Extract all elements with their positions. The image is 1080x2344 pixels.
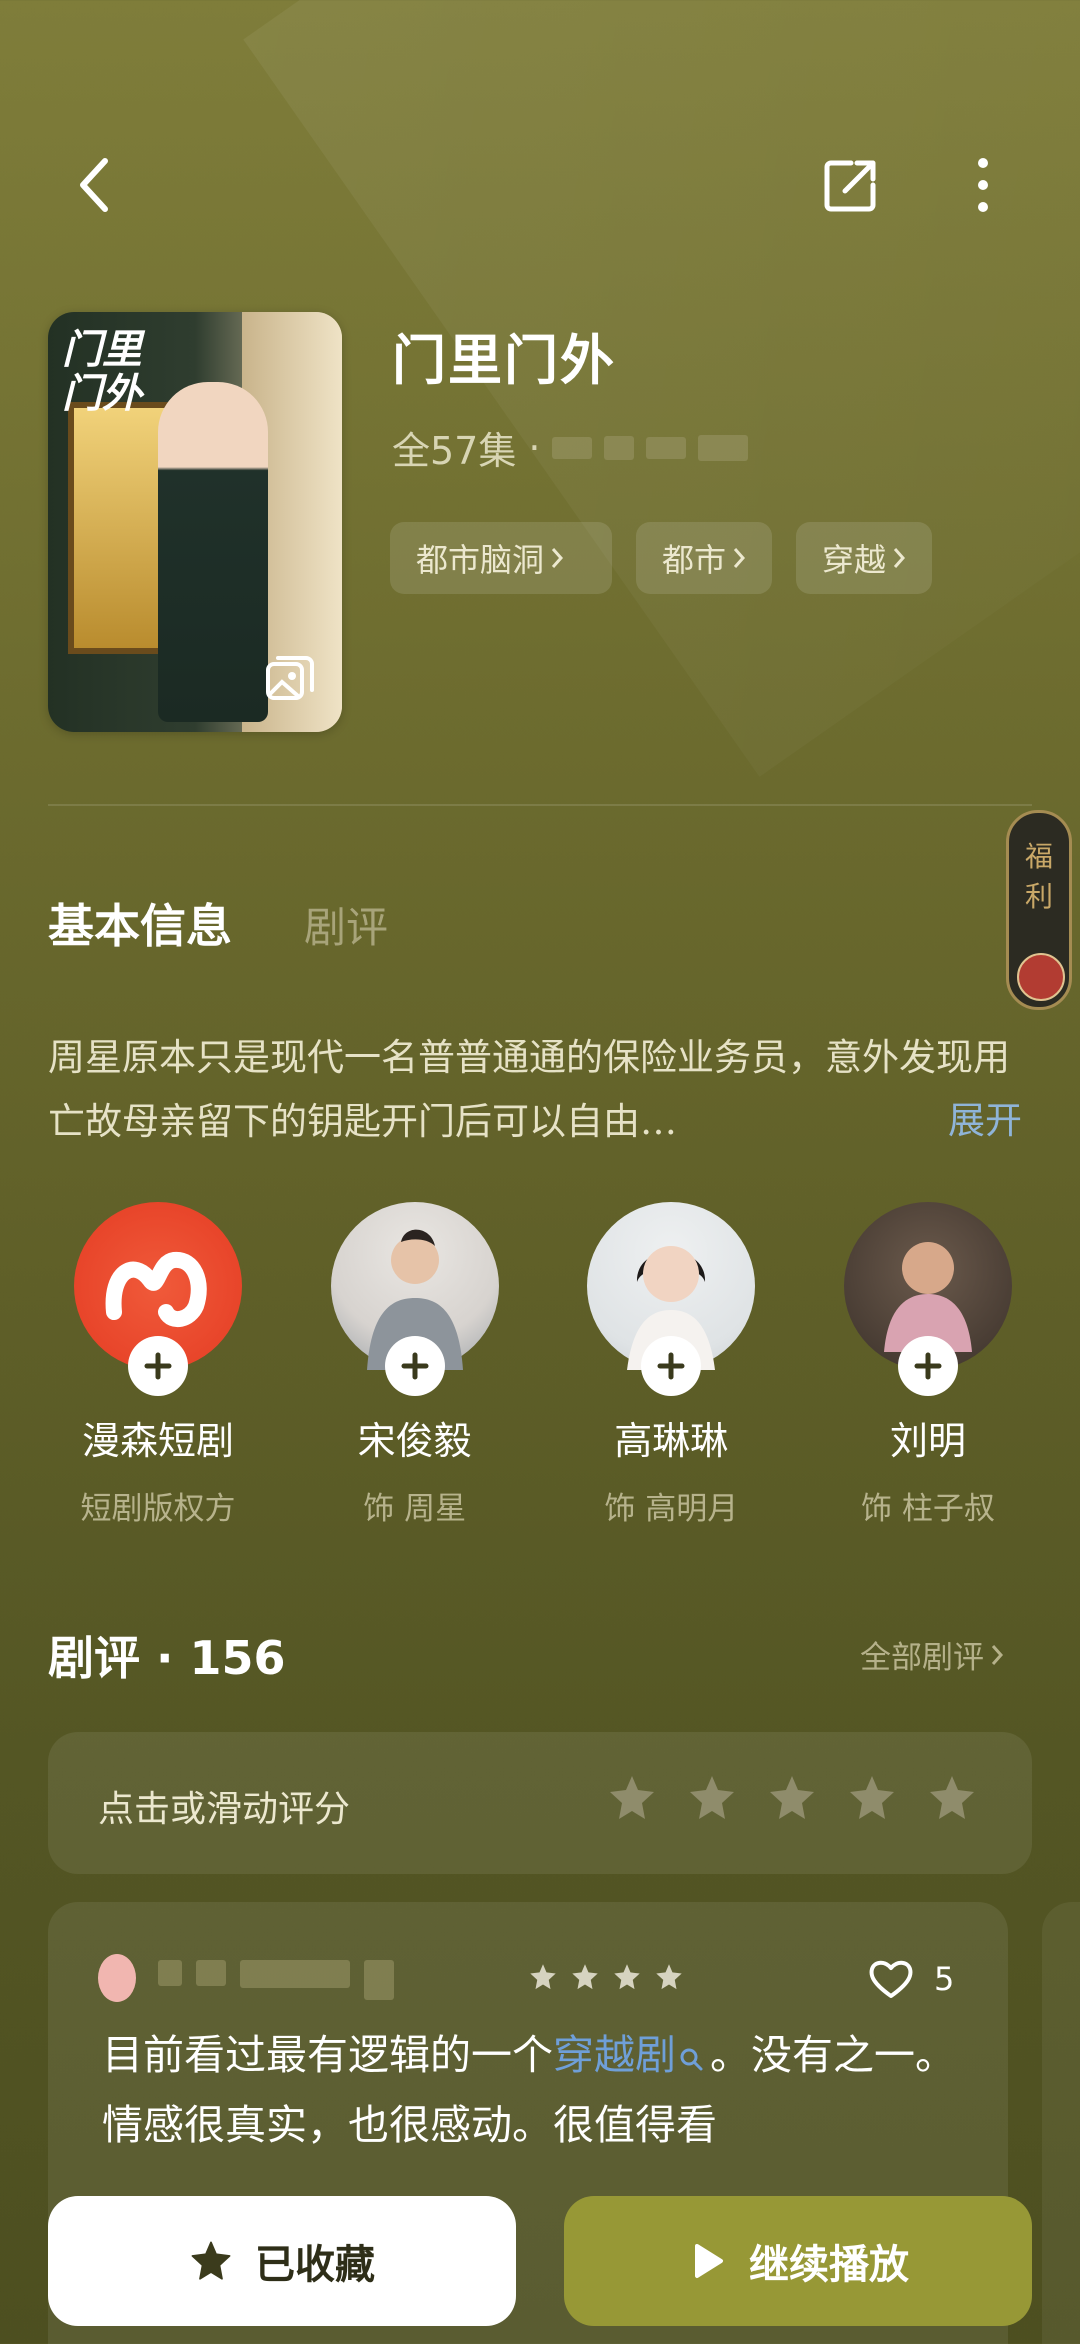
search-icon[interactable] bbox=[678, 2046, 704, 2072]
like-count: 5 bbox=[934, 1960, 955, 1998]
cast-role: 饰 高明月 bbox=[604, 1491, 739, 1527]
blurred-meta bbox=[158, 1960, 182, 1986]
episode-info: 全57集 · bbox=[392, 420, 749, 475]
all-reviews-label: 全部剧评 bbox=[860, 1640, 984, 1676]
review-stars bbox=[528, 1962, 684, 1992]
cast-name: 漫森短剧 bbox=[81, 1419, 234, 1463]
tag-chip[interactable]: 都市脑洞 bbox=[390, 522, 612, 594]
follow-button[interactable] bbox=[384, 1336, 445, 1396]
seal-icon bbox=[1017, 953, 1065, 1001]
like-button[interactable]: 5 bbox=[868, 1958, 954, 2000]
next-review-card[interactable] bbox=[1042, 1902, 1080, 2344]
follow-button[interactable] bbox=[641, 1336, 702, 1396]
rating-prompt: 点击或滑动评分 bbox=[98, 1789, 351, 1830]
blurred-meta bbox=[364, 1960, 394, 2000]
plus-icon bbox=[657, 1352, 685, 1380]
cast-item[interactable]: 刘明 饰 柱子叔 bbox=[818, 1202, 1038, 1528]
share-icon bbox=[824, 160, 876, 212]
chevron-right-icon bbox=[991, 1644, 1004, 1665]
plus-icon bbox=[914, 1352, 942, 1380]
share-button[interactable] bbox=[816, 150, 886, 220]
star-icon bbox=[530, 1964, 556, 1990]
cast-name: 高琳琳 bbox=[614, 1419, 729, 1463]
rating-box[interactable]: 点击或滑动评分 bbox=[48, 1732, 1032, 1874]
tag-chip[interactable]: 都市 bbox=[636, 522, 773, 594]
back-button[interactable] bbox=[60, 150, 130, 220]
avatar[interactable] bbox=[587, 1202, 756, 1396]
all-reviews-link[interactable]: 全部剧评 bbox=[860, 1632, 1004, 1677]
chevron-right-icon bbox=[551, 548, 564, 568]
cover-person bbox=[158, 382, 268, 722]
tab-reviews[interactable]: 剧评 bbox=[304, 894, 388, 955]
favorite-label: 已收藏 bbox=[255, 2242, 375, 2288]
episode-count: 全57集 bbox=[392, 429, 517, 473]
star-icon[interactable] bbox=[846, 1772, 898, 1824]
avatar[interactable] bbox=[74, 1202, 242, 1396]
detail-tabs: 基本信息 剧评 bbox=[48, 890, 388, 956]
blurred-meta bbox=[604, 435, 635, 460]
blurred-meta bbox=[240, 1960, 350, 1988]
avatar[interactable] bbox=[330, 1202, 499, 1396]
expand-link[interactable]: 展开 bbox=[948, 1090, 1022, 1144]
drama-title: 门里门外 bbox=[392, 329, 616, 392]
tab-basic-info[interactable]: 基本信息 bbox=[48, 890, 232, 956]
drama-cover[interactable]: 门里门外 bbox=[48, 312, 342, 732]
tag-label: 都市脑洞 bbox=[416, 541, 545, 579]
star-icon[interactable] bbox=[686, 1772, 738, 1824]
plus-icon bbox=[144, 1352, 172, 1380]
cast-role: 饰 周星 bbox=[363, 1491, 467, 1527]
welfare-badge[interactable]: 福利 bbox=[1006, 810, 1072, 1010]
avatar[interactable] bbox=[843, 1202, 1012, 1396]
star-icon bbox=[191, 2241, 231, 2280]
description-text: 周星原本只是现代一名普普通通的保险业务员，意外发现用亡故母亲留下的钥匙开门后可以… bbox=[48, 1036, 1010, 1143]
reviewer-name-blurred bbox=[158, 1960, 394, 2000]
tag-label: 穿越 bbox=[822, 541, 887, 579]
cast-name: 刘明 bbox=[889, 1419, 966, 1463]
chevron-right-icon bbox=[733, 548, 746, 568]
blurred-meta bbox=[646, 436, 687, 459]
rating-stars[interactable] bbox=[606, 1772, 978, 1824]
review-topic-link[interactable]: 穿越剧 bbox=[553, 2031, 676, 2079]
reviews-heading: 剧评 · 156 bbox=[48, 1631, 286, 1685]
plus-icon bbox=[401, 1352, 429, 1380]
cast-item[interactable]: 高琳琳 饰 高明月 bbox=[561, 1202, 781, 1528]
meta-separator: · bbox=[528, 425, 541, 470]
tag-list: 都市脑洞 都市 穿越 bbox=[390, 522, 933, 594]
star-icon bbox=[572, 1964, 598, 1990]
review-text: 目前看过最有逻辑的一个穿越剧 。没有之一。情感很真实，也很感动。很值得看 bbox=[102, 2020, 982, 2160]
cast-name: 宋俊毅 bbox=[357, 1419, 472, 1463]
blurred-meta bbox=[552, 436, 593, 459]
cast-item[interactable]: 宋俊毅 饰 周星 bbox=[305, 1202, 525, 1528]
play-label: 继续播放 bbox=[749, 2242, 909, 2288]
play-icon bbox=[695, 2244, 723, 2278]
more-button[interactable] bbox=[948, 150, 1018, 220]
follow-button[interactable] bbox=[128, 1336, 188, 1396]
review-text-start: 目前看过最有逻辑的一个 bbox=[102, 2031, 553, 2079]
cast-list: 漫森短剧 短剧版权方 宋俊毅 饰 周星 高琳琳 饰 高明月 刘明 饰 柱子叔 bbox=[48, 1202, 1038, 1528]
more-vertical-icon bbox=[978, 158, 988, 212]
reviewer-avatar[interactable] bbox=[98, 1954, 136, 2002]
welfare-badge-label: 福利 bbox=[1024, 840, 1053, 913]
blurred-meta bbox=[196, 1960, 226, 1986]
chevron-right-icon bbox=[893, 548, 906, 568]
cover-title: 门里门外 bbox=[62, 326, 142, 417]
gallery-icon[interactable] bbox=[264, 652, 316, 708]
star-icon bbox=[656, 1964, 682, 1990]
star-icon[interactable] bbox=[606, 1772, 658, 1824]
star-icon[interactable] bbox=[926, 1772, 978, 1824]
blurred-meta bbox=[698, 434, 749, 461]
chevron-left-icon bbox=[80, 158, 108, 212]
continue-play-button[interactable]: 继续播放 bbox=[564, 2196, 1032, 2326]
tag-label: 都市 bbox=[662, 541, 727, 579]
tag-chip[interactable]: 穿越 bbox=[796, 522, 933, 594]
star-icon[interactable] bbox=[766, 1772, 818, 1824]
star-icon bbox=[614, 1964, 640, 1990]
follow-button[interactable] bbox=[897, 1336, 958, 1396]
favorite-button[interactable]: 已收藏 bbox=[48, 2196, 516, 2326]
heart-icon bbox=[869, 1960, 913, 1998]
cast-role: 饰 柱子叔 bbox=[861, 1491, 995, 1527]
section-divider bbox=[48, 804, 1032, 806]
cast-item[interactable]: 漫森短剧 短剧版权方 bbox=[48, 1202, 268, 1528]
cast-role: 短剧版权方 bbox=[80, 1491, 236, 1527]
